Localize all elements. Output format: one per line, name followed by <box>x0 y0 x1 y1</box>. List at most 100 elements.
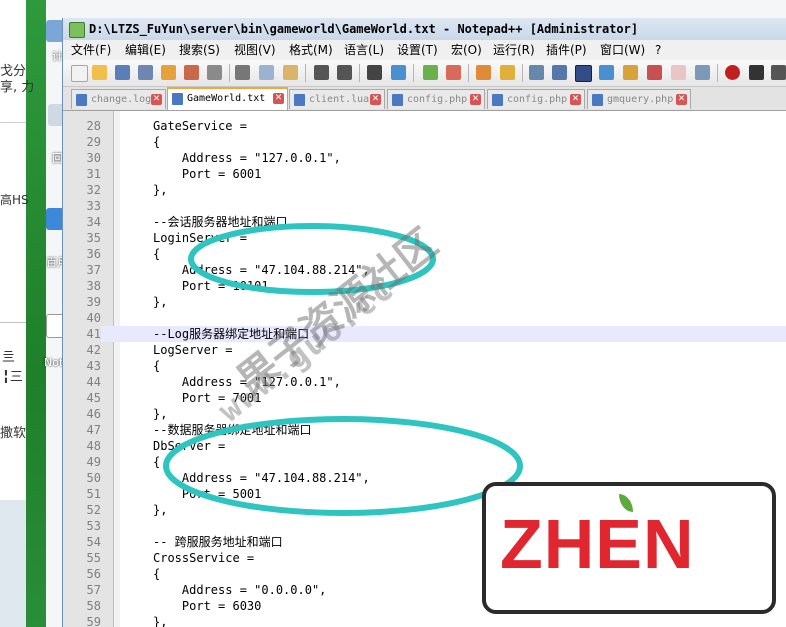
code-line[interactable]: 49 { <box>63 454 786 470</box>
menu-plugins[interactable]: 插件(P) <box>546 40 587 60</box>
stop-recording-icon[interactable] <box>749 65 764 80</box>
close-icon[interactable]: ✕ <box>370 94 381 105</box>
menu-macro[interactable]: 宏(O) <box>451 40 482 60</box>
line-number: 28 <box>63 118 101 134</box>
undo-icon[interactable] <box>314 65 329 80</box>
menu-format[interactable]: 格式(M) <box>289 40 333 60</box>
word-wrap-icon[interactable] <box>529 65 544 80</box>
code-line[interactable]: 43 { <box>63 358 786 374</box>
monitoring-icon[interactable] <box>695 65 710 80</box>
code-line[interactable]: 40 <box>63 310 786 326</box>
code-line[interactable]: 48 DbServer = <box>63 438 786 454</box>
close-all-icon[interactable] <box>184 65 199 80</box>
background-text: ╏三 <box>2 370 23 385</box>
notepad-plus-plus-window[interactable]: D:\LTZS_FuYun\server\bin\gameworld\GameW… <box>62 18 786 627</box>
close-icon[interactable]: ✕ <box>470 94 481 105</box>
open-file-icon[interactable] <box>92 65 107 80</box>
close-icon[interactable]: ✕ <box>151 94 162 105</box>
user-language-icon[interactable] <box>599 65 614 80</box>
file-icon <box>492 94 503 106</box>
code-line[interactable]: 44 Address = "127.0.0.1", <box>63 374 786 390</box>
code-line[interactable]: 29 { <box>63 134 786 150</box>
menu-run[interactable]: 运行(R) <box>493 40 535 60</box>
menu-settings[interactable]: 设置(T) <box>397 40 438 60</box>
menu-edit[interactable]: 编辑(E) <box>125 40 166 60</box>
new-file-icon[interactable] <box>71 65 88 82</box>
replace-icon[interactable] <box>391 65 406 80</box>
code-line[interactable]: 58 Port = 6030 <box>63 598 786 614</box>
show-all-chars-icon[interactable] <box>552 65 567 80</box>
code-text: Port = 7001 <box>153 391 262 405</box>
folder-workspace-icon[interactable] <box>671 65 686 80</box>
code-line[interactable]: 50 Address = "47.104.88.214", <box>63 470 786 486</box>
document-map-icon[interactable] <box>623 65 638 80</box>
code-line[interactable]: 53 <box>63 518 786 534</box>
toolbar-separator <box>717 64 718 82</box>
code-line[interactable]: 55 CrossService = <box>63 550 786 566</box>
code-line[interactable]: 47 --数据服务器绑定地址和端口 <box>63 422 786 438</box>
close-icon[interactable]: ✕ <box>676 94 687 105</box>
function-list-icon[interactable] <box>647 65 662 80</box>
text-editor[interactable]: 28 GateService = 29 {30 Address = "127.0.0.… <box>63 111 786 627</box>
code-line[interactable]: 31 Port = 6001 <box>63 166 786 182</box>
code-line[interactable]: 59}, <box>63 614 786 627</box>
code-line[interactable]: 28 GateService = <box>63 118 786 134</box>
file-icon <box>392 94 403 106</box>
sync-horizontal-icon[interactable] <box>500 65 515 80</box>
code-line[interactable]: 34 --会话服务器地址和端口 <box>63 214 786 230</box>
code-line[interactable]: 45 Port = 7001 <box>63 390 786 406</box>
print-icon[interactable] <box>207 65 222 80</box>
title-bar[interactable]: D:\LTZS_FuYun\server\bin\gameworld\GameW… <box>63 18 786 40</box>
code-line[interactable]: 30 Address = "127.0.0.1", <box>63 150 786 166</box>
paste-icon[interactable] <box>283 65 298 80</box>
indent-guide-icon[interactable] <box>575 65 592 82</box>
close-icon[interactable]: ✕ <box>273 93 284 104</box>
zoom-out-icon[interactable] <box>446 65 461 80</box>
menu-view[interactable]: 视图(V) <box>234 40 276 60</box>
cut-icon[interactable] <box>235 65 250 80</box>
code-line[interactable]: 38 Port = 10101 <box>63 278 786 294</box>
playback-macro-icon[interactable] <box>771 65 786 80</box>
tab-gameworld-txt[interactable]: GameWorld.txt ✕ <box>167 87 288 110</box>
menu-language[interactable]: 语言(L) <box>344 40 384 60</box>
line-number: 47 <box>63 422 101 438</box>
code-line[interactable]: 37 Address = "47.104.88.214", <box>63 262 786 278</box>
menu-help[interactable]: ? <box>655 40 661 60</box>
redo-icon[interactable] <box>337 65 352 80</box>
copy-icon[interactable] <box>259 65 274 80</box>
code-line[interactable]: 51 Port = 5001 <box>63 486 786 502</box>
menu-window[interactable]: 窗口(W) <box>600 40 645 60</box>
close-icon[interactable]: ✕ <box>570 94 581 105</box>
tab-gmquery-php[interactable]: gmquery.php ✕ <box>587 89 691 109</box>
menu-file[interactable]: 文件(F) <box>71 40 111 60</box>
code-line[interactable]: 32}, <box>63 182 786 198</box>
code-line[interactable]: 52}, <box>63 502 786 518</box>
tab-config-php-2[interactable]: config.php ✕ <box>487 89 585 109</box>
tab-client-lua[interactable]: client.lua ✕ <box>289 89 385 109</box>
sync-vertical-icon[interactable] <box>476 65 491 80</box>
save-all-icon[interactable] <box>138 65 153 80</box>
file-icon <box>592 94 603 106</box>
code-line[interactable]: 35 LoginServer = <box>63 230 786 246</box>
code-line[interactable]: 33 <box>63 198 786 214</box>
line-number: 57 <box>63 582 101 598</box>
line-number: 30 <box>63 150 101 166</box>
close-file-icon[interactable] <box>161 65 176 80</box>
code-line[interactable]: 36 { <box>63 246 786 262</box>
code-text: GateService = <box>153 119 247 133</box>
line-number: 48 <box>63 438 101 454</box>
code-line[interactable]: 39}, <box>63 294 786 310</box>
code-line[interactable]: 57 Address = "0.0.0.0", <box>63 582 786 598</box>
zoom-in-icon[interactable] <box>423 65 438 80</box>
record-macro-icon[interactable] <box>725 65 740 80</box>
tab-change-log[interactable]: change.log ✕ <box>71 89 166 109</box>
menu-search[interactable]: 搜索(S) <box>179 40 220 60</box>
code-line[interactable]: 54 -- 跨服服务地址和端口 <box>63 534 786 550</box>
code-line[interactable]: 56 { <box>63 566 786 582</box>
save-icon[interactable] <box>115 65 130 80</box>
find-icon[interactable] <box>367 65 382 80</box>
code-line[interactable]: 42 LogServer = <box>63 342 786 358</box>
tab-config-php[interactable]: config.php ✕ <box>387 89 485 109</box>
code-line[interactable]: 41 --Log服务器绑定地址和端口 <box>63 326 786 342</box>
code-line[interactable]: 46}, <box>63 406 786 422</box>
